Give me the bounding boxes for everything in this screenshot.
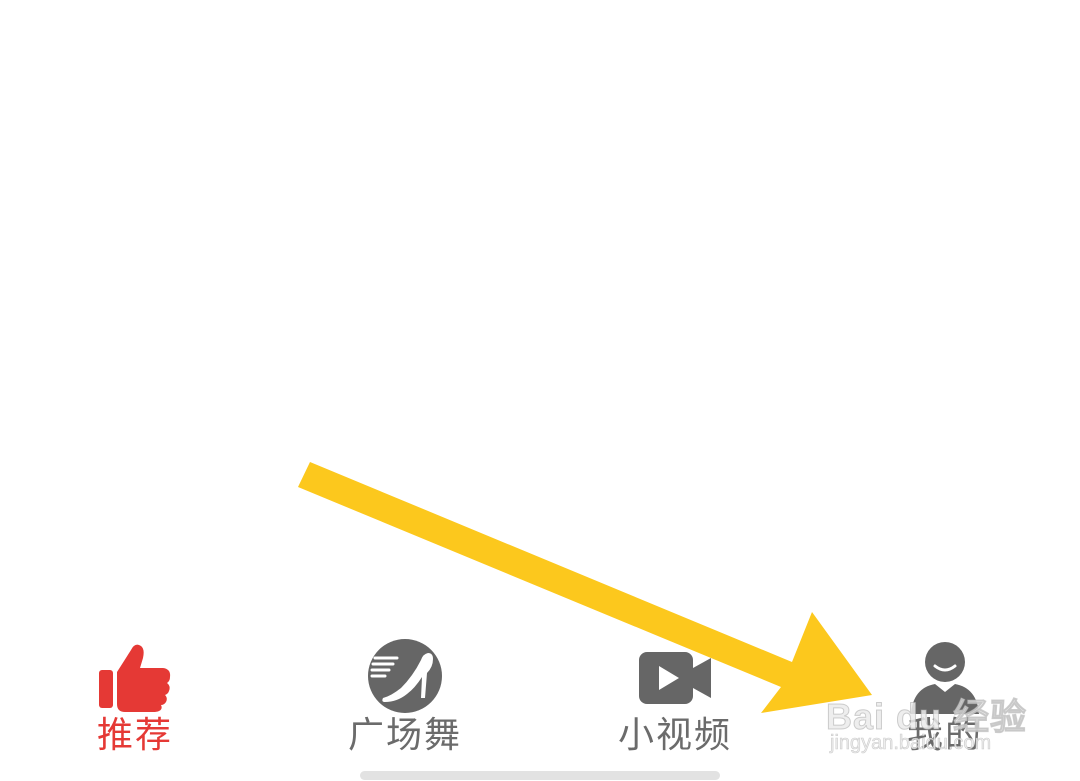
tab-mine-label: 我的: [906, 715, 983, 756]
tab-short-video-label: 小视频: [617, 715, 732, 756]
home-indicator: [360, 771, 720, 780]
user-profile-icon: [905, 636, 985, 716]
tab-recommend-label: 推荐: [96, 715, 173, 756]
tab-square-dance[interactable]: 广场舞: [305, 628, 505, 763]
tab-recommend[interactable]: 推荐: [35, 628, 235, 763]
tab-mine[interactable]: 我的: [845, 628, 1045, 763]
tab-square-dance-label: 广场舞: [347, 715, 462, 756]
content-area: [0, 0, 1080, 620]
bottom-tab-bar: 推荐 广场舞 小视频 我的: [0, 628, 1080, 768]
video-camera-icon: [635, 636, 715, 716]
high-heel-shoe-icon: [365, 636, 445, 716]
tab-short-video[interactable]: 小视频: [575, 628, 775, 763]
thumbs-up-icon: [95, 636, 175, 716]
